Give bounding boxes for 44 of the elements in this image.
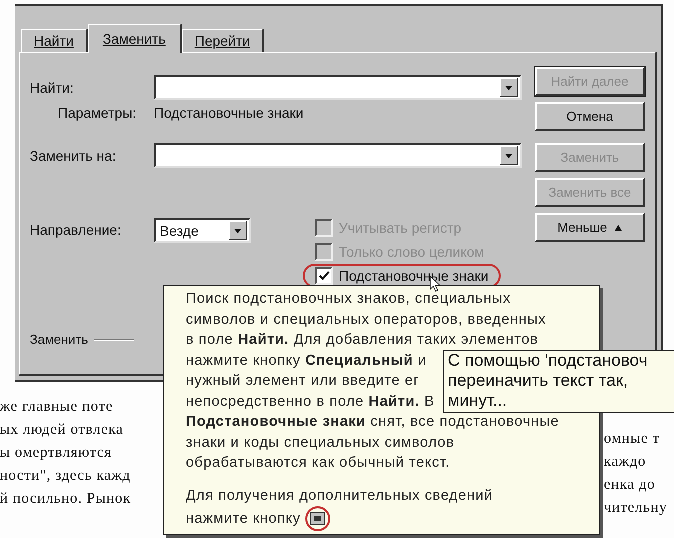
document-text: каждо: [604, 453, 646, 471]
document-text: омные т: [604, 430, 660, 448]
direction-dropdown[interactable]: Везде: [154, 218, 251, 243]
params-value: Подстановочные знаки: [154, 105, 304, 121]
dialog-button[interactable]: Отмена: [535, 102, 645, 131]
tooltip-text: знаки и коды специальных символов: [186, 434, 455, 452]
params-label: Параметры:: [58, 105, 138, 121]
document-text: ности", здесь кажд: [0, 467, 131, 485]
tab[interactable]: Перейти: [182, 29, 264, 52]
tooltip-text: нажмите кнопку: [186, 510, 301, 529]
checkbox-label: Учитывать регистр: [339, 220, 462, 236]
field-label: Найти:: [30, 80, 75, 96]
document-text: й посильно. Рынок: [0, 490, 132, 508]
tooltip-text: нужный элемент или введите ег: [186, 372, 420, 391]
document-text: енка до: [604, 476, 656, 494]
popup-text: переиначить текст так,: [448, 371, 628, 391]
tooltip-text: Поиск подстановочных знаков, специальных: [186, 290, 512, 309]
document-text: ых людей отвлека: [0, 421, 124, 439]
tab[interactable]: Найти: [21, 29, 88, 52]
tab[interactable]: Заменить: [88, 24, 182, 53]
tooltip-text: Подстановочные знаки снят, все подстановочные: [186, 413, 560, 432]
collapse-icon: [615, 224, 622, 231]
replace-field[interactable]: [154, 143, 522, 168]
tooltip-text: символов и специальных операторов, введенных: [186, 310, 546, 330]
popup-text: С помощью 'подстановоч: [448, 351, 648, 371]
tooltip-text: нажмите кнопку Специальный и: [186, 352, 427, 370]
field-label: Заменить на:: [30, 148, 118, 164]
tooltip-text: Для получения дополнительных сведений: [186, 486, 494, 506]
checkbox-label: Только слово целиком: [339, 244, 484, 260]
tooltip-text: обрабатываются как обычный текст.: [186, 454, 450, 473]
document-text: же главные поте: [0, 398, 114, 416]
field-label: Направление:: [30, 222, 122, 238]
help-button-icon[interactable]: [304, 506, 331, 532]
document-text: ы омертвляются: [0, 444, 112, 462]
check-icon: [318, 271, 330, 281]
section-label: Заменить: [30, 332, 88, 347]
find-field[interactable]: [154, 75, 522, 100]
tooltip-text: в поле Найти. Для добавления таких элементов: [186, 331, 539, 350]
document-text: чительну: [604, 499, 668, 517]
popup-text: минут...: [448, 391, 508, 411]
dialog-button[interactable]: Меньше: [535, 213, 645, 242]
checkbox[interactable]: [315, 267, 333, 285]
checkbox-label: Подстановочные знаки: [339, 268, 489, 284]
tooltip-text: непосредственно в поле Найти. В: [186, 392, 435, 412]
